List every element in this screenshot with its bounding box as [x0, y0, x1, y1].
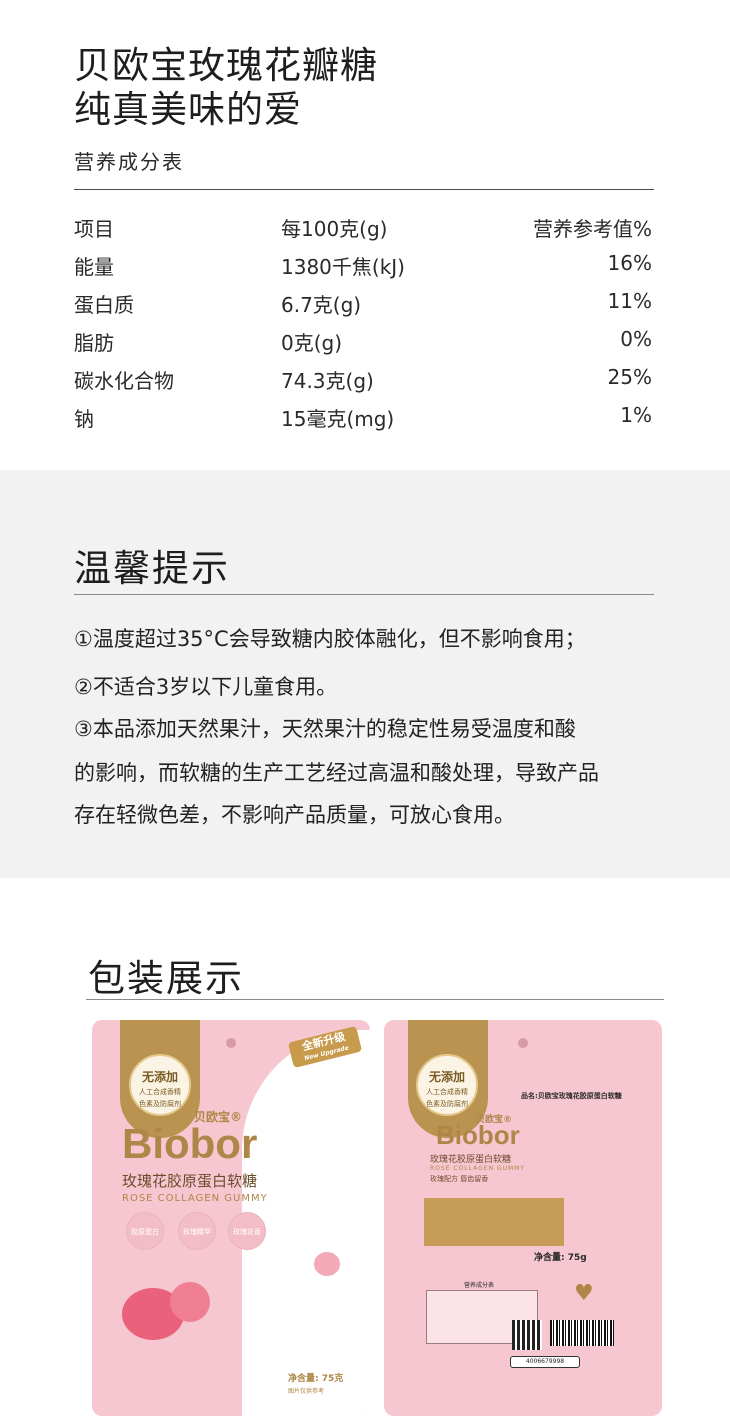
- tip-item-3-line3: 存在轻微色差，不影响产品质量，可放心食用。: [74, 803, 515, 827]
- tip-item-3-line2: 的影响，而软糖的生产工艺经过高温和酸处理，导致产品: [74, 761, 599, 785]
- row-nrv: 25%: [607, 365, 652, 389]
- row-per100: 15毫克(mg): [281, 407, 395, 431]
- tips-section: 温馨提示 ①温度超过35°C会导致糖内胶体融化，但不影响食用； ②不适合3岁以下…: [0, 470, 730, 878]
- header-per100: 每100克(g): [281, 217, 388, 241]
- tips-heading: 温馨提示: [74, 547, 230, 590]
- badge-sub1: 人工合成香精: [426, 1088, 468, 1096]
- product-name-en: ROSE COLLAGEN GUMMY: [430, 1165, 526, 1172]
- table-row: 能量 1380千焦(kJ) 16%: [74, 251, 652, 289]
- distributor-box: [424, 1198, 564, 1246]
- hotline-number: 4006679998: [510, 1356, 580, 1368]
- net-weight: 净含量: 75g: [534, 1253, 587, 1263]
- nutrition-header-row: 项目 每100克(g) 营养参考值%: [74, 213, 652, 251]
- picture-note: 图片仅供参考: [288, 1388, 325, 1395]
- row-item: 能量: [74, 255, 114, 279]
- row-item: 脂肪: [74, 331, 114, 355]
- badge-sub2: 色素及防腐剂: [426, 1100, 468, 1108]
- row-per100: 1380千焦(kJ): [281, 255, 405, 279]
- hang-hole: [226, 1038, 236, 1048]
- feature-circle-1: 胶原蛋白: [126, 1212, 164, 1250]
- qr-code-icon: [512, 1320, 542, 1350]
- row-per100: 0克(g): [281, 331, 343, 355]
- rose-flower: [314, 1252, 340, 1276]
- tips-divider: [74, 594, 654, 595]
- no-additive-badge: 无添加 人工合成香精 色素及防腐剂: [129, 1054, 191, 1116]
- tip-item-1: ①温度超过35°C会导致糖内胶体融化，但不影响食用；: [74, 627, 586, 651]
- page-title-line1: 贝欧宝玫瑰花瓣糖: [74, 44, 378, 87]
- row-item: 碳水化合物: [74, 369, 174, 393]
- nutrition-divider: [74, 189, 654, 190]
- product-name-cn: 玫瑰花胶原蛋白软糖: [430, 1155, 512, 1165]
- rose-flower: [170, 1282, 210, 1322]
- tip-item-3-line1: ③本品添加天然果汁，天然果汁的稳定性易受温度和酸: [74, 717, 576, 741]
- nutrition-table-title: 营养成分表: [464, 1282, 495, 1289]
- net-weight: 净含量: 75克: [288, 1374, 344, 1384]
- page-title-line2: 纯真美味的爱: [74, 88, 302, 131]
- hang-hole: [518, 1038, 528, 1048]
- badge-sub1: 人工合成香精: [139, 1088, 181, 1096]
- brand-logo: Biobor: [122, 1120, 258, 1167]
- no-additive-badge: 无添加 人工合成香精 色素及防腐剂: [416, 1054, 478, 1116]
- row-per100: 74.3克(g): [281, 369, 374, 393]
- row-nrv: 16%: [607, 251, 652, 275]
- product-name-en: ROSE COLLAGEN GUMMY: [122, 1193, 268, 1204]
- row-per100: 6.7克(g): [281, 293, 362, 317]
- brand-logo: Biobor: [436, 1120, 520, 1150]
- barcode-icon: [550, 1320, 614, 1346]
- feature-circle-2: 玫瑰精华: [178, 1212, 216, 1250]
- packaging-heading: 包装展示: [88, 957, 244, 1000]
- heart-logo-icon: ♥: [574, 1281, 594, 1306]
- packaging-divider: [86, 999, 664, 1000]
- nutrition-section: 贝欧宝玫瑰花瓣糖 纯真美味的爱 营养成分表 项目 每100克(g) 营养参考值%…: [0, 0, 730, 470]
- feature-circle-3: 玫瑰花香: [228, 1212, 266, 1250]
- row-item: 蛋白质: [74, 293, 134, 317]
- row-item: 钠: [74, 407, 94, 431]
- table-row: 碳水化合物 74.3克(g) 25%: [74, 365, 652, 403]
- product-slogan: 玫瑰配方 唇齿留香: [430, 1175, 489, 1183]
- badge-main: 无添加: [428, 1070, 465, 1084]
- header-nrv: 营养参考值%: [532, 217, 652, 241]
- package-back-image: 无添加 人工合成香精 色素及防腐剂 贝欧宝® Biobor 玫瑰花胶原蛋白软糖 …: [384, 1020, 662, 1416]
- row-nrv: 1%: [620, 403, 652, 427]
- nutrition-label: 营养成分表: [74, 150, 184, 174]
- tip-item-2: ②不适合3岁以下儿童食用。: [74, 675, 338, 699]
- packaging-section: 包装展示 无添加 人工合成香精 色素及防腐剂 全新升级 New Upgrade …: [0, 878, 730, 1423]
- package-front-image: 无添加 人工合成香精 色素及防腐剂 全新升级 New Upgrade 贝欧宝® …: [92, 1020, 370, 1416]
- product-name-line: 品名:贝欧宝玫瑰花胶原蛋白软糖: [521, 1092, 622, 1100]
- table-row: 蛋白质 6.7克(g) 11%: [74, 289, 652, 327]
- badge-main: 无添加: [141, 1070, 178, 1084]
- row-nrv: 11%: [607, 289, 652, 313]
- product-name-cn: 玫瑰花胶原蛋白软糖: [122, 1172, 258, 1190]
- row-nrv: 0%: [620, 327, 652, 351]
- table-row: 脂肪 0克(g) 0%: [74, 327, 652, 365]
- badge-sub2: 色素及防腐剂: [139, 1100, 181, 1108]
- header-item: 项目: [74, 217, 114, 241]
- table-row: 钠 15毫克(mg) 1%: [74, 403, 652, 441]
